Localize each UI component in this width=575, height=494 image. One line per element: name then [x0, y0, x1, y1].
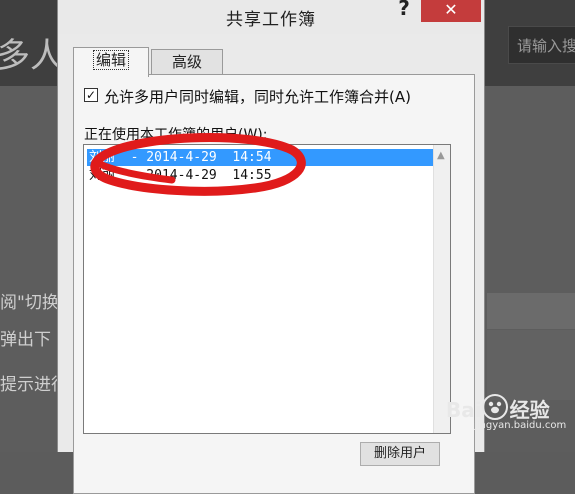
dialog-content: 编辑 高级 ✓ 允许多用户同时编辑，同时允许工作簿合并(A) 正在使用本工作簿的…: [66, 40, 478, 494]
background-panel: [487, 330, 575, 400]
tab-panel-edit: ✓ 允许多用户同时编辑，同时允许工作簿合并(A) 正在使用本工作簿的用户(W):…: [73, 74, 475, 494]
list-item[interactable]: 刘丽 - 2014-4-29 14:54: [87, 149, 433, 166]
background-text-line: 弹出下: [0, 330, 51, 350]
background-panel: [487, 293, 575, 329]
tab-edit-label: 编辑: [92, 50, 129, 70]
remove-user-button[interactable]: 删除用户: [360, 442, 440, 466]
close-button[interactable]: ✕: [421, 0, 481, 22]
help-button[interactable]: ?: [396, 0, 412, 20]
dialog-titlebar[interactable]: 共享工作簿 ? ✕: [58, 0, 484, 34]
tab-edit[interactable]: 编辑: [73, 47, 149, 77]
baidu-paw-icon: [482, 394, 508, 420]
background-page-title: 多人: [0, 36, 64, 76]
background-text-line: 阅"切换: [0, 293, 59, 313]
watermark-url: jingyan.baidu.com: [474, 420, 567, 431]
allow-multi-edit-checkbox[interactable]: ✓: [84, 88, 98, 102]
users-listbox[interactable]: 刘丽 - 2014-4-29 14:54 刘丽 - 2014-4-29 14:5…: [83, 144, 451, 434]
scroll-up-arrow-icon[interactable]: ▲: [437, 150, 445, 161]
allow-multi-edit-label: 允许多用户同时编辑，同时允许工作簿合并(A): [104, 88, 411, 106]
share-workbook-dialog: 共享工作簿 ? ✕ 编辑 高级 ✓ 允许多用户同时编辑，同时允许工作簿合并(A)…: [57, 0, 485, 494]
users-list-label: 正在使用本工作簿的用户(W):: [84, 127, 268, 143]
tab-advanced[interactable]: 高级: [151, 49, 223, 75]
listbox-scrollbar[interactable]: ▲: [433, 145, 450, 433]
list-item[interactable]: 刘丽 - 2014-4-29 14:55: [87, 167, 433, 184]
background-search-input[interactable]: 请输入搜: [508, 26, 575, 64]
